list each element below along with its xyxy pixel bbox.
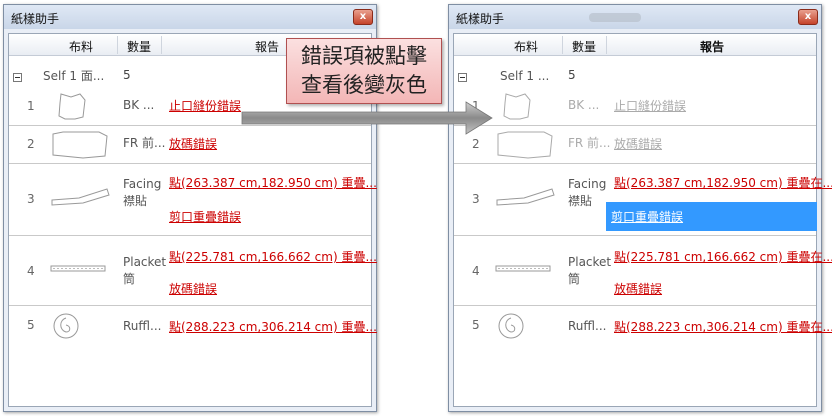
- table-row[interactable]: 5 Ruffl... 點(288.223 cm,306.214 cm) 重疊在.…: [454, 306, 832, 346]
- pattern-piece-thumbnail: [51, 188, 110, 206]
- piece-name: FR 前...: [568, 136, 611, 150]
- title-bar[interactable]: 紙樣助手 x: [449, 5, 821, 29]
- col-report[interactable]: 報告: [700, 38, 724, 55]
- close-button[interactable]: x: [353, 9, 373, 25]
- close-button[interactable]: x: [798, 9, 818, 25]
- report-link[interactable]: 止口縫份錯誤: [169, 97, 241, 114]
- report-link[interactable]: 放碼錯誤: [169, 280, 217, 297]
- row-number: 4: [472, 264, 480, 278]
- grid-header: 布料 數量 報告: [454, 34, 816, 56]
- piece-name: Facing: [123, 177, 162, 191]
- window-title: 紙樣助手: [456, 12, 505, 26]
- stage: 紙樣助手 x 布料 數量 報告 Self 1 面... 5 1 BK ... 止…: [0, 0, 832, 416]
- table-row[interactable]: 4 Placket 筒 點(225.781 cm,166.662 cm) 重疊在…: [454, 236, 832, 306]
- report-grid: 布料 數量 報告 Self 1 ... 5 1 BK ... 止口縫份錯誤 2 …: [453, 33, 832, 407]
- annotation-callout: 錯誤項被點擊 查看後變灰色: [286, 38, 442, 104]
- piece-name: Ruffl...: [123, 319, 162, 333]
- pattern-piece-thumbnail: [50, 265, 106, 272]
- piece-name: BK ...: [568, 98, 600, 112]
- piece-name: FR 前...: [123, 136, 166, 150]
- row-number: 3: [27, 192, 35, 206]
- report-link[interactable]: 放碼錯誤: [614, 280, 662, 297]
- callout-line-1: 錯誤項被點擊: [301, 44, 427, 68]
- piece-name: BK ...: [123, 98, 155, 112]
- report-link-viewed[interactable]: 放碼錯誤: [614, 135, 662, 152]
- group-name: Self 1 ...: [500, 69, 550, 83]
- report-link[interactable]: 剪口重疊錯誤: [169, 208, 241, 225]
- col-qty[interactable]: 數量: [572, 38, 596, 55]
- table-row[interactable]: 4 Placket 筒 點(225.781 cm,166.662 cm) 重疊.…: [9, 236, 377, 306]
- row-number: 4: [27, 264, 35, 278]
- pattern-piece-thumbnail: [495, 265, 551, 272]
- col-fabric[interactable]: 布料: [514, 38, 538, 55]
- piece-name-zh: 筒: [123, 272, 136, 286]
- close-icon: x: [359, 11, 367, 22]
- piece-name: Placket: [568, 255, 612, 269]
- pattern-assistant-window-after: 紙樣助手 x 布料 數量 報告 Self 1 ... 5 1 BK ... 止口…: [448, 4, 832, 412]
- col-separator: [606, 36, 607, 54]
- piece-name: Ruffl...: [568, 319, 607, 333]
- report-link[interactable]: 放碼錯誤: [169, 135, 217, 152]
- col-separator: [562, 36, 563, 54]
- table-row[interactable]: 1 BK ... 止口縫份錯誤: [454, 88, 816, 126]
- right-arrow-icon: [241, 101, 493, 135]
- col-qty[interactable]: 數量: [127, 38, 151, 55]
- report-link[interactable]: 點(288.223 cm,306.214 cm) 重疊...: [169, 318, 377, 335]
- col-report[interactable]: 報告: [255, 38, 279, 55]
- pattern-piece-thumbnail: [498, 313, 524, 339]
- pattern-piece-thumbnail: [53, 313, 79, 339]
- piece-name-zh: 筒: [568, 272, 581, 286]
- report-link-viewed[interactable]: 止口縫份錯誤: [614, 97, 686, 114]
- report-link-selected[interactable]: 剪口重疊錯誤: [606, 202, 817, 231]
- report-link[interactable]: 點(263.387 cm,182.950 cm) 重疊...: [169, 174, 377, 191]
- collapse-icon[interactable]: [458, 73, 467, 82]
- report-link[interactable]: 點(288.223 cm,306.214 cm) 重疊在...: [614, 318, 832, 335]
- piece-name: Facing: [568, 177, 607, 191]
- title-bar[interactable]: 紙樣助手 x: [4, 5, 376, 29]
- col-separator: [117, 36, 118, 54]
- piece-name-zh: 襟貼: [568, 194, 593, 208]
- table-row[interactable]: 2 FR 前... 放碼錯誤: [454, 126, 816, 164]
- pattern-piece-thumbnail: [52, 131, 108, 159]
- pattern-piece-thumbnail: [58, 93, 86, 120]
- col-separator: [161, 36, 162, 54]
- window-title: 紙樣助手: [11, 12, 60, 26]
- group-name: Self 1 面...: [43, 69, 105, 83]
- collapse-icon[interactable]: [13, 73, 22, 82]
- table-row[interactable]: 3 Facing 襟貼 點(263.387 cm,182.950 cm) 重疊.…: [9, 164, 377, 236]
- callout-line-2: 查看後變灰色: [301, 73, 427, 97]
- piece-name: Placket: [123, 255, 167, 269]
- table-row[interactable]: 3 Facing 襟貼 點(263.387 cm,182.950 cm) 重疊在…: [454, 164, 832, 236]
- row-number: 5: [472, 318, 480, 332]
- row-number: 2: [27, 137, 35, 151]
- row-number: 2: [472, 137, 480, 151]
- row-number: 5: [27, 318, 35, 332]
- blurred-title-region: [589, 13, 641, 22]
- col-fabric[interactable]: 布料: [69, 38, 93, 55]
- piece-name-zh: 襟貼: [123, 194, 148, 208]
- group-qty: 5: [123, 68, 131, 82]
- group-row[interactable]: Self 1 ... 5: [454, 66, 816, 88]
- pattern-piece-thumbnail: [496, 188, 555, 206]
- report-link[interactable]: 點(225.781 cm,166.662 cm) 重疊在...: [614, 248, 832, 265]
- group-qty: 5: [568, 68, 576, 82]
- table-row[interactable]: 5 Ruffl... 點(288.223 cm,306.214 cm) 重疊..…: [9, 306, 377, 346]
- row-number: 1: [27, 99, 35, 113]
- report-link[interactable]: 點(225.781 cm,166.662 cm) 重疊...: [169, 248, 377, 265]
- report-link[interactable]: 點(263.387 cm,182.950 cm) 重疊在...: [614, 174, 832, 191]
- row-number: 3: [472, 192, 480, 206]
- close-icon: x: [804, 11, 812, 22]
- pattern-piece-thumbnail: [503, 93, 531, 120]
- pattern-piece-thumbnail: [497, 131, 553, 159]
